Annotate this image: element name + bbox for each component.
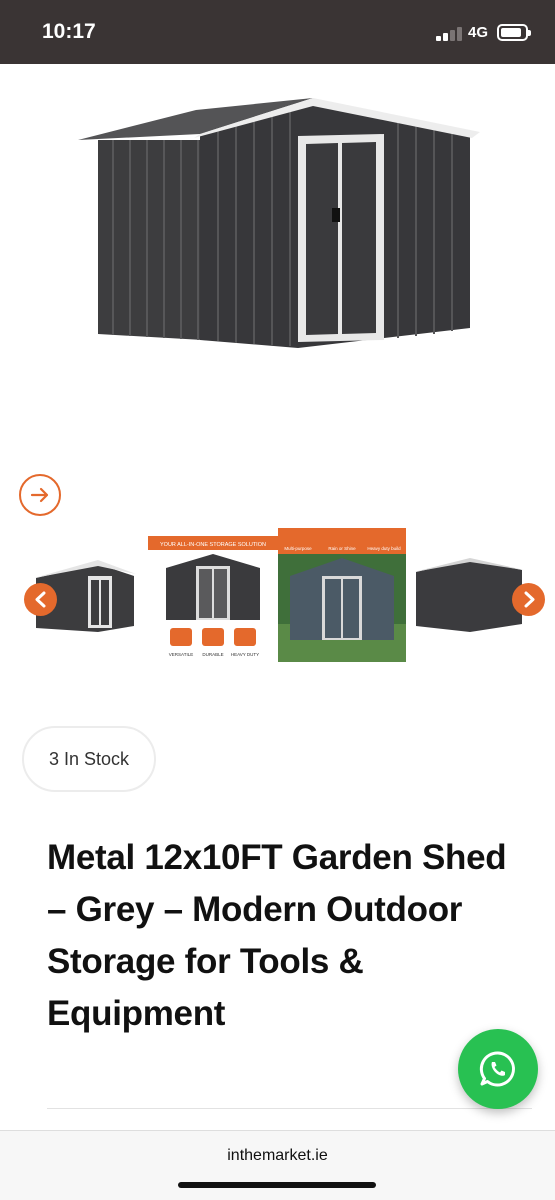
status-time: 10:17 (42, 20, 96, 43)
battery-icon (497, 24, 531, 41)
thumbnail-prev-button[interactable] (24, 583, 57, 616)
thumbnail-strip[interactable]: YOUR ALL-IN-ONE STORAGE SOLUTION VERSATI… (14, 528, 541, 662)
network-type: 4G (468, 24, 489, 41)
arrow-right-icon (30, 487, 49, 503)
storage-features-thumbnail[interactable]: YOUR ALL-IN-ONE STORAGE SOLUTION VERSATI… (148, 528, 278, 662)
product-title: Metal 12x10FT Garden Shed – Grey – Moder… (47, 838, 507, 1033)
feature-label: HEAVY DUTY (231, 652, 259, 657)
next-image-button[interactable] (19, 474, 61, 516)
chevron-left-icon (35, 591, 46, 608)
cellular-signal-icon (436, 25, 462, 41)
thumbnail-next-button[interactable] (512, 583, 545, 616)
browser-address-bar[interactable]: inthemarket.ie (0, 1130, 555, 1200)
whatsapp-chat-button[interactable] (458, 1029, 538, 1109)
stock-badge: 3 In Stock (22, 726, 156, 792)
feature-label: Rain or Shine (328, 546, 356, 551)
outdoor-shed-thumbnail[interactable]: Multi-purpose Rain or Shine Heavy duty b… (278, 528, 406, 662)
whatsapp-icon (479, 1051, 515, 1087)
feature-label: VERSATILE (169, 652, 193, 657)
feature-label: Multi-purpose (284, 546, 312, 551)
status-bar: 10:17 4G (0, 0, 555, 64)
url-text[interactable]: inthemarket.ie (0, 1147, 555, 1165)
feature-label: DURABLE (202, 652, 223, 657)
home-indicator[interactable] (178, 1182, 376, 1188)
chevron-right-icon (524, 591, 535, 608)
divider (47, 1108, 532, 1109)
thumbnail-banner-text: YOUR ALL-IN-ONE STORAGE SOLUTION (160, 542, 266, 548)
feature-label: Heavy duty build (367, 546, 401, 551)
metal-garden-shed-image (78, 98, 480, 348)
